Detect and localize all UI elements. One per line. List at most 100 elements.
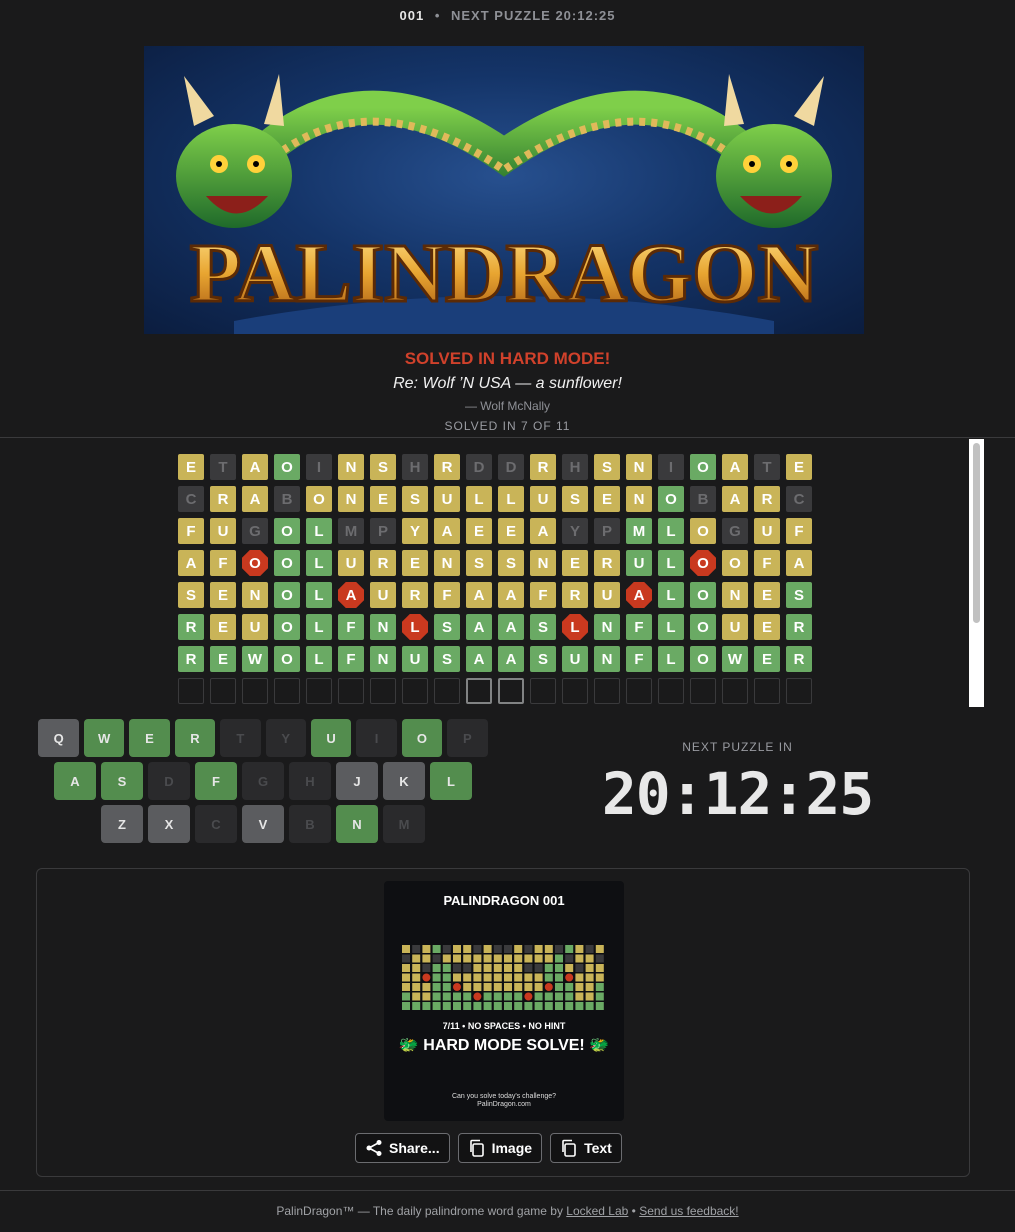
grid-tile: R	[786, 614, 812, 640]
grid-tile: E	[594, 486, 620, 512]
copy-image-button[interactable]: Image	[457, 1133, 543, 1163]
key-m[interactable]: M	[383, 805, 425, 843]
mini-tile	[493, 992, 502, 1001]
mini-tile	[595, 992, 604, 1001]
key-z[interactable]: Z	[101, 805, 143, 843]
key-h[interactable]: H	[289, 762, 331, 800]
key-t[interactable]: T	[220, 719, 261, 757]
grid-tile: R	[178, 614, 204, 640]
empty-tile[interactable]	[338, 678, 364, 704]
empty-tile[interactable]	[530, 678, 556, 704]
key-w[interactable]: W	[83, 719, 125, 757]
feedback-link[interactable]: Send us feedback!	[639, 1204, 738, 1218]
empty-tile[interactable]	[754, 678, 780, 704]
share-button[interactable]: Share...	[355, 1133, 450, 1163]
mini-tile	[544, 1002, 553, 1010]
grid-tile: F	[786, 518, 812, 544]
grid-tile: A	[498, 614, 524, 640]
key-c[interactable]: C	[195, 805, 237, 843]
locked-lab-link[interactable]: Locked Lab	[566, 1204, 628, 1218]
mini-tile	[483, 945, 492, 953]
key-p[interactable]: P	[447, 719, 488, 757]
mini-tile	[504, 973, 512, 982]
grid-tile: A	[434, 518, 460, 544]
mini-tile	[565, 964, 574, 972]
empty-tile[interactable]	[370, 678, 396, 704]
red-octagon-tile: A	[626, 582, 652, 608]
key-a[interactable]: A	[54, 762, 96, 800]
mini-tile	[524, 945, 533, 953]
empty-tile[interactable]	[274, 678, 300, 704]
keyboard-row: QWERTYUIOP	[36, 719, 490, 757]
empty-tile[interactable]	[210, 678, 236, 704]
key-j[interactable]: J	[336, 762, 378, 800]
key-e[interactable]: E	[129, 719, 170, 757]
empty-tile[interactable]	[690, 678, 716, 704]
grid-tile: O	[274, 454, 300, 480]
empty-tile[interactable]	[242, 678, 268, 704]
empty-tile[interactable]	[306, 678, 332, 704]
key-d[interactable]: D	[148, 762, 190, 800]
empty-tile[interactable]	[562, 678, 588, 704]
grid-tile: O	[690, 614, 716, 640]
key-g[interactable]: G	[242, 762, 284, 800]
card-cta: Can you solve today's challenge? PalinDr…	[384, 1093, 624, 1109]
grid-tile: L	[658, 646, 684, 672]
mini-tile	[402, 964, 410, 972]
key-y[interactable]: Y	[265, 719, 306, 757]
grid-tile: F	[338, 614, 364, 640]
grid-tile: S	[370, 454, 396, 480]
empty-tile[interactable]	[658, 678, 684, 704]
keyboard-row: ASDFGHJKL	[36, 762, 490, 800]
mini-tile	[585, 954, 594, 963]
grid-tile: G	[242, 518, 268, 544]
key-u[interactable]: U	[310, 719, 352, 757]
key-f[interactable]: F	[195, 762, 237, 800]
mini-tile	[504, 992, 512, 1001]
key-i[interactable]: I	[356, 719, 397, 757]
empty-tile[interactable]	[722, 678, 748, 704]
mini-tile	[544, 945, 553, 953]
mini-tile	[575, 973, 584, 982]
key-q[interactable]: Q	[38, 719, 79, 757]
grid-tile: O	[306, 486, 332, 512]
empty-tile[interactable]	[402, 678, 428, 704]
grid-tile: R	[402, 582, 428, 608]
mini-tile	[402, 983, 410, 991]
mini-tile	[524, 964, 533, 972]
copy-text-button[interactable]: Text	[550, 1133, 622, 1163]
grid-tile: I	[658, 454, 684, 480]
mini-tile	[514, 1002, 523, 1010]
key-s[interactable]: S	[101, 762, 143, 800]
mini-tile	[412, 1002, 421, 1010]
key-n[interactable]: N	[336, 805, 378, 843]
mini-tile	[432, 973, 441, 982]
empty-tile[interactable]	[178, 678, 204, 704]
empty-tile[interactable]	[466, 678, 492, 704]
grid-tile: S	[178, 582, 204, 608]
empty-tile[interactable]	[434, 678, 460, 704]
empty-tile[interactable]	[594, 678, 620, 704]
key-x[interactable]: X	[148, 805, 190, 843]
mini-tile	[555, 973, 563, 982]
key-b[interactable]: B	[289, 805, 331, 843]
key-v[interactable]: V	[242, 805, 284, 843]
palindragon-banner: PALINDRAGON	[144, 46, 864, 334]
scrollbar-thumb[interactable]	[973, 443, 980, 623]
key-l[interactable]: L	[430, 762, 472, 800]
input-row[interactable]	[178, 678, 818, 706]
key-k[interactable]: K	[383, 762, 425, 800]
key-o[interactable]: O	[401, 719, 443, 757]
mini-tile	[483, 973, 492, 982]
grid-scrollbar[interactable]	[969, 439, 984, 707]
share-icon	[366, 1140, 382, 1156]
empty-tile[interactable]	[786, 678, 812, 704]
mini-tile	[473, 1002, 482, 1010]
empty-tile[interactable]	[498, 678, 524, 704]
mini-tile	[555, 992, 563, 1001]
key-r[interactable]: R	[174, 719, 216, 757]
mini-tile	[473, 973, 482, 982]
grid-tile: N	[626, 454, 652, 480]
grid-tile: O	[274, 550, 300, 576]
empty-tile[interactable]	[626, 678, 652, 704]
